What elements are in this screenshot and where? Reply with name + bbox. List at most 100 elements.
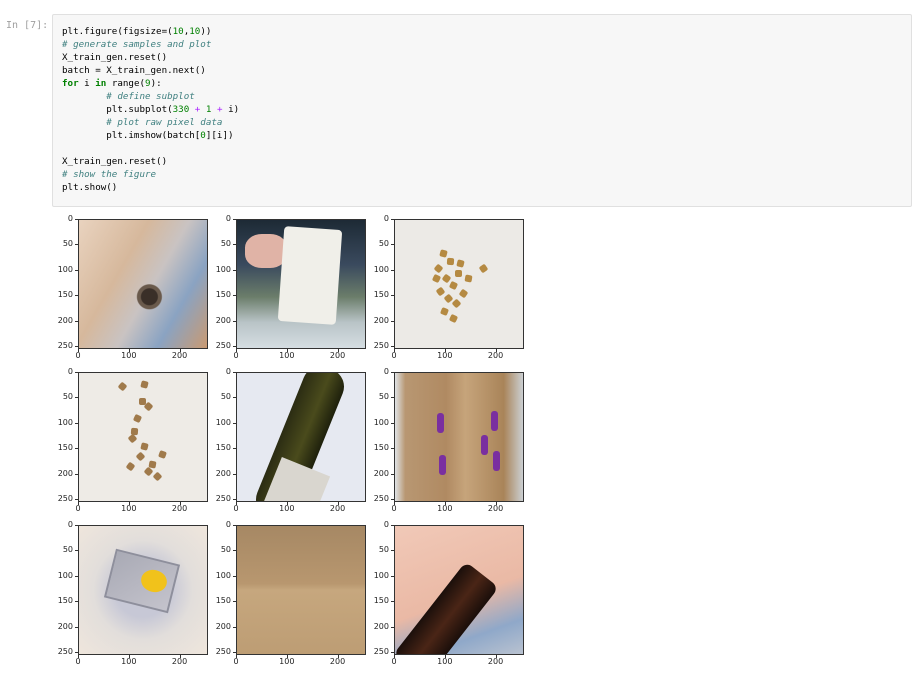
y-tick-label: 200 — [215, 621, 231, 631]
y-tick-label: 250 — [215, 646, 231, 656]
y-tick-label: 0 — [225, 520, 231, 529]
code-line-9: plt.imshow(batch[0][i]) — [62, 130, 234, 141]
x-tick-label: 0 — [233, 504, 239, 513]
x-tick-label: 0 — [233, 657, 239, 666]
x-tick-label: 200 — [487, 504, 504, 513]
y-tick-mark — [391, 498, 394, 500]
y-tick-mark — [233, 320, 236, 322]
x-tick-label: 0 — [391, 504, 397, 513]
x-tick-mark — [78, 502, 79, 505]
plastic-container-image — [79, 526, 207, 654]
y-tick-mark — [391, 448, 394, 450]
x-tick-mark — [394, 349, 395, 352]
x-tick-mark — [337, 349, 339, 352]
y-tick-label: 200 — [57, 315, 73, 325]
scattered-pieces-image — [79, 373, 207, 501]
y-tick-label: 150 — [373, 443, 389, 453]
y-tick-mark — [233, 525, 236, 526]
y-tick-mark — [233, 345, 236, 347]
y-tick-mark — [391, 575, 394, 577]
y-tick-mark — [391, 525, 394, 526]
code-line-6: # define subplot — [62, 91, 195, 102]
subplot-image-5 — [236, 372, 366, 502]
code-line-4: batch = X_train_gen.next() — [62, 65, 206, 76]
x-tick-mark — [236, 349, 237, 352]
x-tick-label: 100 — [279, 351, 295, 360]
y-tick-label: 0 — [225, 367, 231, 376]
y-tick-mark — [391, 295, 394, 297]
y-tick-mark — [391, 320, 394, 322]
code-editor[interactable]: plt.figure(figsize=(10,10)) # generate s… — [62, 25, 239, 194]
y-tick-label: 200 — [215, 468, 231, 478]
x-tick-mark — [286, 502, 288, 505]
y-tick-label: 0 — [383, 367, 389, 376]
y-tick-label: 250 — [373, 340, 389, 350]
y-tick-label: 200 — [373, 315, 389, 325]
y-tick-mark — [233, 626, 236, 628]
y-tick-mark — [391, 244, 394, 246]
x-tick-label: 200 — [329, 351, 346, 360]
y-tick-mark — [75, 498, 78, 500]
y-tick-label: 50 — [220, 545, 231, 555]
y-tick-label: 150 — [215, 290, 231, 300]
y-tick-mark — [75, 422, 78, 424]
x-tick-mark — [444, 349, 446, 352]
x-tick-label: 200 — [487, 657, 504, 666]
x-tick-label: 100 — [437, 504, 453, 513]
y-tick-mark — [75, 219, 78, 220]
x-tick-mark — [179, 349, 181, 352]
x-tick-label: 200 — [329, 657, 346, 666]
y-tick-mark — [233, 219, 236, 220]
x-tick-mark — [78, 655, 79, 658]
y-tick-label: 50 — [62, 239, 73, 249]
subplot-image-2 — [236, 219, 366, 349]
code-cell[interactable]: plt.figure(figsize=(10,10)) # generate s… — [52, 14, 912, 207]
y-tick-mark — [391, 345, 394, 347]
x-tick-mark — [78, 349, 79, 352]
subplot-image-7 — [78, 525, 208, 655]
x-tick-label: 100 — [121, 351, 137, 360]
y-tick-label: 150 — [373, 290, 389, 300]
x-tick-label: 0 — [75, 504, 81, 513]
x-tick-mark — [495, 502, 497, 505]
y-tick-mark — [233, 422, 236, 424]
y-tick-mark — [233, 498, 236, 500]
y-tick-mark — [75, 448, 78, 450]
y-tick-label: 150 — [215, 596, 231, 606]
y-tick-mark — [391, 550, 394, 552]
y-tick-label: 0 — [67, 214, 73, 223]
y-tick-label: 100 — [373, 264, 389, 274]
y-tick-mark — [233, 269, 236, 271]
y-tick-label: 50 — [62, 392, 73, 402]
x-tick-mark — [337, 655, 339, 658]
y-tick-label: 100 — [57, 417, 73, 427]
y-tick-mark — [233, 575, 236, 577]
y-tick-label: 200 — [373, 468, 389, 478]
y-tick-mark — [233, 550, 236, 552]
x-tick-mark — [495, 655, 497, 658]
y-tick-label: 250 — [57, 493, 73, 503]
y-tick-label: 250 — [57, 646, 73, 656]
y-tick-mark — [233, 244, 236, 246]
y-tick-mark — [233, 601, 236, 603]
x-tick-mark — [236, 502, 237, 505]
x-tick-mark — [128, 349, 130, 352]
cardboard-sheet-image — [237, 526, 365, 654]
x-tick-label: 100 — [437, 351, 453, 360]
code-line-12: # show the figure — [62, 169, 157, 180]
y-tick-mark — [391, 626, 394, 628]
x-tick-label: 0 — [75, 657, 81, 666]
y-tick-label: 100 — [215, 417, 231, 427]
y-tick-mark — [233, 372, 236, 373]
subplot-image-8 — [236, 525, 366, 655]
y-tick-label: 250 — [373, 646, 389, 656]
y-tick-mark — [75, 372, 78, 373]
pile-of-peanuts-image — [395, 220, 523, 348]
subplot-image-9 — [394, 525, 524, 655]
x-tick-label: 200 — [487, 351, 504, 360]
x-tick-mark — [128, 655, 130, 658]
y-tick-mark — [391, 372, 394, 373]
y-tick-label: 200 — [373, 621, 389, 631]
y-tick-mark — [75, 525, 78, 526]
x-tick-label: 0 — [391, 657, 397, 666]
